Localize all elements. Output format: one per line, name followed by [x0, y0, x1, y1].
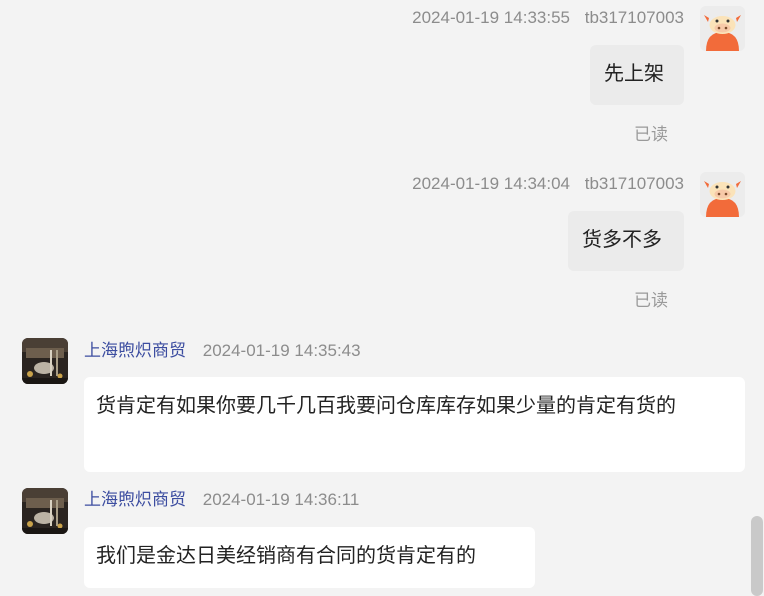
- message-timestamp: 2024-01-19 14:34:04: [412, 174, 570, 193]
- message-bubble[interactable]: 先上架: [590, 45, 684, 105]
- scrollbar-thumb[interactable]: [751, 516, 763, 596]
- cow-mascot-icon: [700, 6, 745, 51]
- message-bubble[interactable]: 我们是金达日美经销商有合同的货肯定有的: [84, 527, 535, 588]
- message-text: 我们是金达日美经销商有合同的货肯定有的: [96, 545, 476, 567]
- message-sender: tb317107003: [584, 174, 684, 193]
- message-timestamp: 2024-01-19 14:35:43: [202, 341, 361, 360]
- message-meta: 上海煦炽商贸 2024-01-19 14:35:43: [84, 341, 361, 361]
- message-meta: 2024-01-19 14:34:04 tb317107003: [412, 174, 684, 194]
- message-meta: 2024-01-19 14:33:55 tb317107003: [412, 8, 684, 28]
- read-status: 已读: [634, 125, 668, 144]
- shop-photo-icon: [22, 338, 68, 384]
- sender-name-link[interactable]: 上海煦炽商贸: [84, 490, 186, 509]
- message-meta: 上海煦炽商贸 2024-01-19 14:36:11: [84, 490, 359, 510]
- message-text: 先上架: [604, 63, 664, 85]
- sender-name-link[interactable]: 上海煦炽商贸: [84, 341, 186, 360]
- message-text: 货肯定有如果你要几千几百我要问仓库库存如果少量的肯定有货的: [96, 395, 676, 417]
- message-timestamp: 2024-01-19 14:33:55: [412, 8, 570, 27]
- seller-avatar[interactable]: [22, 488, 68, 534]
- shop-photo-icon: [22, 488, 68, 534]
- seller-avatar[interactable]: [22, 338, 68, 384]
- read-status: 已读: [634, 291, 668, 310]
- buyer-avatar[interactable]: [700, 172, 745, 217]
- message-bubble[interactable]: 货肯定有如果你要几千几百我要问仓库库存如果少量的肯定有货的: [84, 377, 745, 472]
- chat-message-list: 2024-01-19 14:33:55 tb317107003 先上架 已读 2…: [0, 0, 764, 596]
- message-sender: tb317107003: [584, 8, 684, 27]
- cow-mascot-icon: [700, 172, 745, 217]
- buyer-avatar[interactable]: [700, 6, 745, 51]
- message-bubble[interactable]: 货多不多: [568, 211, 684, 271]
- message-text: 货多不多: [582, 229, 662, 251]
- message-timestamp: 2024-01-19 14:36:11: [202, 490, 360, 509]
